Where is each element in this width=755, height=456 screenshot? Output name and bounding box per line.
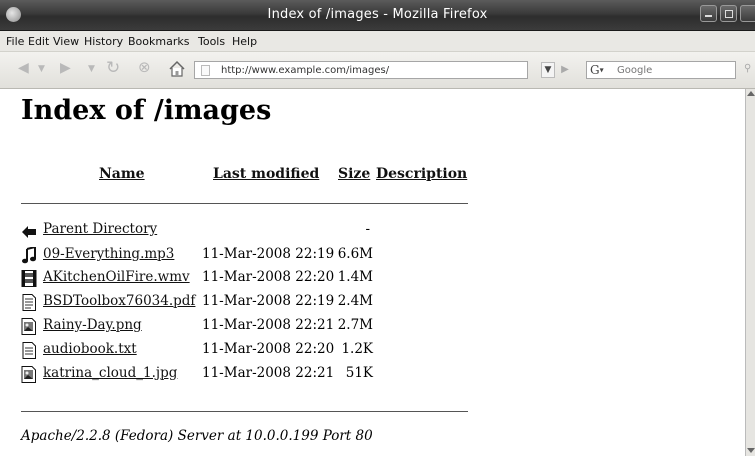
reload-icon[interactable]: ↻ <box>106 58 120 78</box>
table-row: Rainy-Day.png 11-Mar-2008 22:21 2.7M <box>21 317 461 337</box>
forward-dropdown-icon[interactable]: ▼ <box>88 64 95 74</box>
menu-bar: File Edit View History Bookmarks Tools H… <box>0 31 755 52</box>
list-item: Parent Directory - <box>21 221 461 241</box>
file-modified: 11-Mar-2008 22:20 <box>202 341 335 357</box>
parent-directory-link[interactable]: Parent Directory <box>43 221 157 237</box>
search-box[interactable]: G▾ <box>586 61 736 79</box>
page-icon <box>201 65 210 76</box>
audio-file-icon <box>22 247 36 264</box>
menu-file[interactable]: File <box>6 35 24 48</box>
file-size: 2.4M <box>337 293 373 309</box>
menu-tools[interactable]: Tools <box>198 35 225 48</box>
file-link[interactable]: 09-Everything.mp3 <box>43 246 174 262</box>
history-dropdown-button[interactable]: ▼ <box>541 62 555 78</box>
maximize-button[interactable] <box>720 5 737 22</box>
stop-icon[interactable]: ⊗ <box>138 58 151 76</box>
page-title: Index of /images <box>21 95 272 126</box>
back-dropdown-icon[interactable]: ▼ <box>38 64 45 74</box>
menu-history[interactable]: History <box>84 35 123 48</box>
file-modified: 11-Mar-2008 22:20 <box>202 269 335 285</box>
text-file-icon <box>22 342 36 359</box>
home-icon[interactable] <box>168 60 186 78</box>
forward-arrow-icon[interactable]: ▶ <box>60 60 71 76</box>
menu-view[interactable]: View <box>53 35 79 48</box>
file-size: 2.7M <box>337 317 373 333</box>
column-header-name[interactable]: Name <box>99 166 145 182</box>
address-url[interactable]: http://www.example.com/images/ <box>221 65 389 76</box>
search-magnifier-icon[interactable]: ⚲ <box>744 63 755 77</box>
file-modified: 11-Mar-2008 22:19 <box>202 293 335 309</box>
file-modified: 11-Mar-2008 22:21 <box>202 365 335 381</box>
window-title: Index of /images - Mozilla Firefox <box>267 7 488 22</box>
back-folder-icon <box>22 226 36 238</box>
column-header-last-modified[interactable]: Last modified <box>213 166 319 182</box>
column-header-description[interactable]: Description <box>376 166 467 182</box>
table-row: audiobook.txt 11-Mar-2008 22:20 1.2K <box>21 341 461 361</box>
file-size: 1.4M <box>337 269 373 285</box>
file-size: 6.6M <box>337 246 373 262</box>
file-link[interactable]: AKitchenOilFire.wmv <box>43 269 190 285</box>
file-modified: 11-Mar-2008 22:21 <box>202 317 335 333</box>
table-row: katrina_cloud_1.jpg 11-Mar-2008 22:21 51… <box>21 365 461 385</box>
header-divider <box>21 203 468 204</box>
minimize-button[interactable] <box>700 5 717 22</box>
page-content: Index of /images Name Last modified Size… <box>0 89 745 456</box>
search-input[interactable] <box>617 63 727 77</box>
file-link[interactable]: katrina_cloud_1.jpg <box>43 365 177 381</box>
column-header-size[interactable]: Size <box>338 166 370 182</box>
menu-edit[interactable]: Edit <box>28 35 49 48</box>
browser-window: Index of /images - Mozilla Firefox File … <box>0 0 755 456</box>
navigation-toolbar: ◀ ▼ ▶ ▼ ↻ ⊗ http://www.example.com/image… <box>0 52 755 89</box>
menu-help[interactable]: Help <box>232 35 257 48</box>
back-arrow-icon[interactable]: ◀ <box>18 60 29 76</box>
image-file-icon <box>21 318 36 335</box>
server-signature: Apache/2.2.8 (Fedora) Server at 10.0.0.1… <box>21 428 373 444</box>
scroll-down-icon[interactable] <box>747 448 755 453</box>
footer-divider <box>21 411 468 412</box>
menu-bookmarks[interactable]: Bookmarks <box>128 35 189 48</box>
image-file-icon <box>21 366 36 383</box>
table-row: AKitchenOilFire.wmv 11-Mar-2008 22:20 1.… <box>21 269 461 289</box>
file-link[interactable]: Rainy-Day.png <box>43 317 142 333</box>
go-arrow-icon[interactable]: ▶ <box>558 62 572 78</box>
search-engine-icon[interactable]: G▾ <box>590 63 614 77</box>
parent-directory-size: - <box>365 221 370 237</box>
title-bar: Index of /images - Mozilla Firefox <box>0 0 755 31</box>
document-file-icon <box>22 294 36 311</box>
address-bar[interactable]: http://www.example.com/images/ <box>194 61 528 79</box>
file-size: 51K <box>345 365 373 381</box>
file-size: 1.2K <box>341 341 373 357</box>
file-link[interactable]: BSDToolbox76034.pdf <box>43 293 195 309</box>
scroll-up-icon[interactable] <box>747 91 755 96</box>
vertical-scrollbar[interactable] <box>745 89 755 456</box>
table-row: BSDToolbox76034.pdf 11-Mar-2008 22:19 2.… <box>21 293 461 313</box>
file-modified: 11-Mar-2008 22:19 <box>202 246 335 262</box>
video-file-icon <box>21 270 37 287</box>
table-row: 09-Everything.mp3 11-Mar-2008 22:19 6.6M <box>21 246 461 266</box>
file-link[interactable]: audiobook.txt <box>43 341 137 357</box>
close-button[interactable] <box>740 5 755 22</box>
